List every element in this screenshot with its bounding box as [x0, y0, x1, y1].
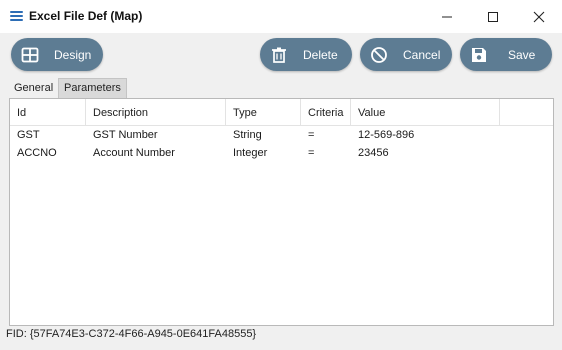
column-header-blank: [500, 99, 555, 125]
table-row[interactable]: ACCNO Account Number Integer = 23456: [10, 144, 553, 162]
grid-header: Id Description Type Criteria Value: [10, 99, 553, 126]
cell-id[interactable]: GST: [10, 126, 86, 144]
close-icon: [533, 11, 545, 22]
close-button[interactable]: [516, 0, 562, 33]
minimize-button[interactable]: [424, 0, 470, 33]
column-header-value[interactable]: Value: [351, 99, 500, 125]
excel-file-def-window: Excel File Def (Map) Design Delete Cance…: [0, 0, 562, 350]
cell-description[interactable]: Account Number: [86, 144, 226, 162]
cell-criteria[interactable]: =: [301, 126, 351, 144]
cancel-icon: [371, 47, 387, 63]
floppy-disk-icon: [472, 48, 486, 62]
delete-button[interactable]: Delete: [260, 38, 352, 71]
fid-status-text: FID: {57FA74E3-C372-4F66-A945-0E641FA485…: [6, 328, 257, 340]
cell-type[interactable]: Integer: [226, 144, 301, 162]
cell-value[interactable]: 23456: [351, 144, 500, 162]
trash-icon: [272, 47, 286, 63]
save-button[interactable]: Save: [460, 38, 552, 71]
column-header-criteria[interactable]: Criteria: [301, 99, 351, 125]
save-label: Save: [508, 48, 536, 62]
grid-icon: [21, 47, 39, 63]
design-button[interactable]: Design: [11, 38, 103, 71]
cancel-button[interactable]: Cancel: [360, 38, 452, 71]
tab-general[interactable]: General: [9, 79, 58, 97]
cell-criteria[interactable]: =: [301, 144, 351, 162]
column-header-description[interactable]: Description: [86, 99, 226, 125]
delete-label: Delete: [303, 48, 338, 62]
cancel-label: Cancel: [403, 48, 441, 62]
cell-description[interactable]: GST Number: [86, 126, 226, 144]
column-header-type[interactable]: Type: [226, 99, 301, 125]
design-label: Design: [54, 48, 92, 62]
maximize-button[interactable]: [470, 0, 516, 33]
tab-parameters[interactable]: Parameters: [58, 78, 127, 98]
column-header-id[interactable]: Id: [10, 99, 86, 125]
cell-id[interactable]: ACCNO: [10, 144, 86, 162]
list-icon: [10, 11, 23, 22]
title-bar: Excel File Def (Map): [0, 0, 562, 33]
cell-type[interactable]: String: [226, 126, 301, 144]
parameters-grid: Id Description Type Criteria Value GST G…: [9, 98, 554, 326]
table-row[interactable]: GST GST Number String = 12-569-896: [10, 126, 553, 144]
window-title: Excel File Def (Map): [29, 9, 143, 23]
minimize-icon: [442, 16, 452, 17]
cell-value[interactable]: 12-569-896: [351, 126, 500, 144]
maximize-icon: [488, 11, 498, 22]
